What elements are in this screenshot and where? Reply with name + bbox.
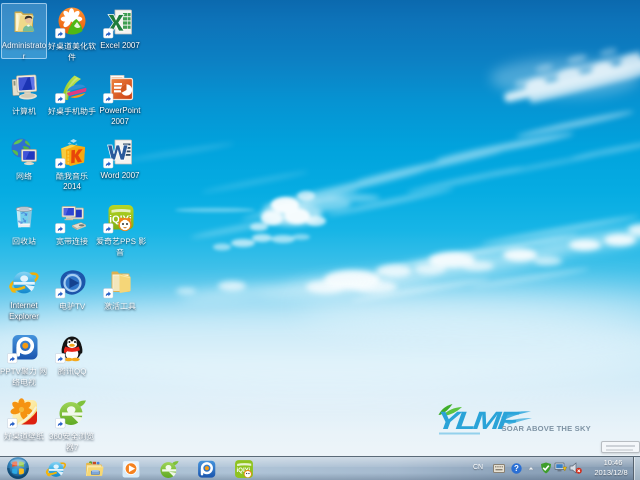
svg-text:SOAR ABOVE THE SKY: SOAR ABOVE THE SKY: [502, 424, 591, 433]
svg-text:?: ?: [514, 464, 519, 473]
